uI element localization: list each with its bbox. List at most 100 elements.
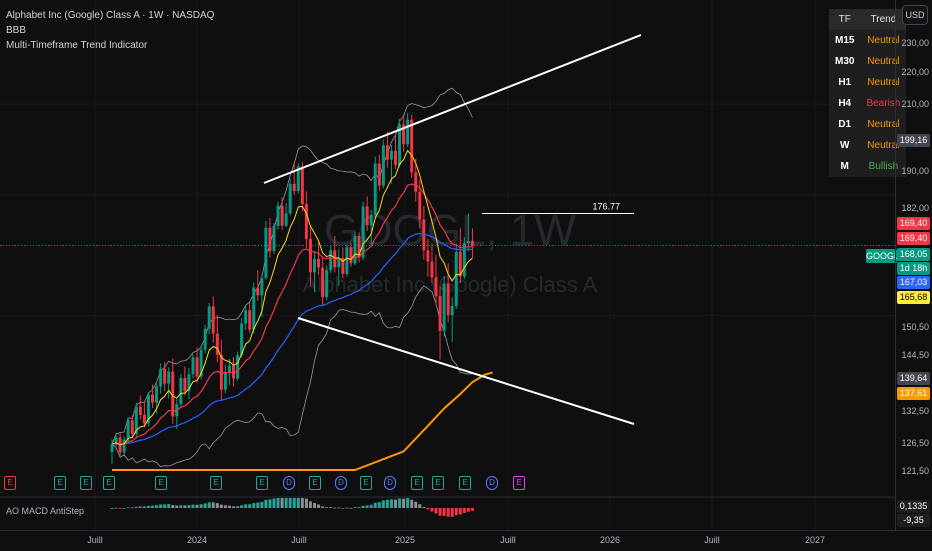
oscillator-bar (248, 504, 252, 508)
candle-body (365, 206, 369, 226)
time-axis[interactable]: Juill 2024 Juill 2025 Juill 2026 Juill 2027 (0, 530, 932, 551)
oscillator-bar (223, 505, 227, 508)
symbol-title[interactable]: Alphabet Inc (Google) Class A · 1W · NAS… (6, 8, 214, 23)
price-axis[interactable]: USD 230,00 220,00 210,00 190,00 182,00 150,50… (895, 0, 932, 530)
oscillator-bar (398, 498, 402, 508)
earnings-marker[interactable]: E (155, 476, 167, 490)
candle-body (260, 277, 264, 296)
oscillator-bar (151, 505, 154, 508)
candle-body (389, 150, 393, 160)
trend-tf: D1 (838, 119, 852, 130)
earnings-marker[interactable]: E (432, 476, 444, 490)
oscillator-bar (183, 505, 187, 508)
price-tag: 137,61 (897, 387, 930, 400)
dividend-marker[interactable]: D (283, 476, 295, 490)
earnings-marker[interactable]: E (459, 476, 471, 490)
earnings-marker[interactable]: E (256, 476, 268, 490)
oscillator-bar (114, 507, 118, 509)
candle-body (385, 145, 389, 160)
earnings-marker[interactable]: E (360, 476, 372, 490)
candle-body (203, 328, 207, 350)
price-axis-label: 210,00 (901, 99, 929, 109)
oscillator-bar (410, 499, 414, 508)
trend-tf: H1 (838, 77, 852, 88)
earnings-marker[interactable]: E (103, 476, 115, 490)
oscillator-bar (288, 498, 292, 508)
price-chart[interactable]: GOOGL, 1W Alphabet Inc (Google) Class A … (0, 0, 895, 530)
trend-tf: W (840, 140, 850, 151)
oscillator-bar (329, 507, 333, 508)
oscillator-bar (280, 498, 284, 508)
earnings-marker[interactable]: E (210, 476, 222, 490)
oscillator-bar (458, 508, 462, 515)
oscillator-bar (337, 507, 341, 509)
ao-macd-oscillator (110, 498, 474, 517)
time-axis-label: 2026 (599, 535, 621, 545)
candle-body (313, 258, 316, 273)
oscillator-bar (361, 505, 365, 508)
earnings-marker[interactable]: E (411, 476, 423, 490)
oscillator-bar (389, 499, 393, 508)
oscillator-bar (418, 504, 422, 508)
oscillator-bar (260, 501, 264, 508)
oscillator-bar (349, 507, 353, 509)
price-tag: 167,03 (897, 276, 930, 289)
candle-body (207, 306, 211, 329)
candle-body (130, 420, 134, 434)
oscillator-bar (138, 506, 142, 508)
earnings-marker[interactable]: E (513, 476, 525, 490)
candle-body (329, 250, 333, 271)
price-tag: 169,40 (897, 217, 930, 230)
oscillator-label[interactable]: AO MACD AntiStep (6, 506, 84, 516)
oscillator-bar (110, 508, 114, 509)
oscillator-bar (195, 504, 199, 508)
oscillator-bar (470, 508, 474, 511)
candle-body (183, 378, 187, 392)
oscillator-bar (296, 498, 300, 508)
earnings-marker[interactable]: E (4, 476, 16, 490)
candle-body (373, 163, 377, 215)
oscillator-bar (385, 499, 389, 508)
candle-body (430, 261, 434, 278)
indicator-bbb[interactable]: BBB (6, 23, 214, 38)
time-axis-label: 2027 (804, 535, 826, 545)
currency-button[interactable]: USD (902, 5, 928, 25)
time-axis-label: Juill (500, 535, 516, 545)
oscillator-bar (142, 506, 146, 508)
chart-legend: Alphabet Inc (Google) Class A · 1W · NAS… (6, 8, 214, 53)
oscillator-bar (430, 508, 434, 512)
candle-body (369, 214, 373, 226)
oscillator-bar (313, 502, 316, 508)
candle-body (163, 368, 167, 384)
candle-body (454, 251, 458, 306)
trend-tf: M15 (835, 35, 855, 46)
price-axis-label: 220,00 (901, 67, 929, 77)
candle-body (151, 394, 154, 403)
oscillator-bar (199, 504, 203, 508)
oscillator-bar (276, 498, 280, 508)
chart-area[interactable]: GOOGL, 1W Alphabet Inc (Google) Class A … (0, 0, 895, 530)
dividend-marker[interactable]: D (335, 476, 347, 490)
oscillator-bar (466, 508, 470, 512)
lower-trendline[interactable] (297, 317, 635, 425)
dividend-marker[interactable]: D (384, 476, 396, 490)
price-tag: 169,40 (897, 232, 930, 245)
candle-body (195, 357, 199, 377)
oscillator-bar (321, 506, 325, 508)
candle-body (268, 227, 272, 252)
earnings-marker[interactable]: E (309, 476, 321, 490)
oscillator-bar (426, 508, 430, 510)
indicator-mtf-trend[interactable]: Multi-Timeframe Trend Indicator (6, 38, 214, 53)
oscillator-bar (442, 508, 446, 516)
oscillator-bar (122, 507, 126, 509)
dividend-marker[interactable]: D (486, 476, 498, 490)
earnings-marker[interactable]: E (80, 476, 92, 490)
oscillator-bar (215, 503, 219, 508)
oscillator-bar (256, 502, 260, 508)
oscillator-bar (414, 501, 418, 508)
candle-body (292, 183, 296, 192)
candle-body (321, 267, 325, 298)
upper-trendline[interactable] (263, 34, 642, 184)
candle-body (434, 277, 438, 297)
earnings-marker[interactable]: E (54, 476, 66, 490)
